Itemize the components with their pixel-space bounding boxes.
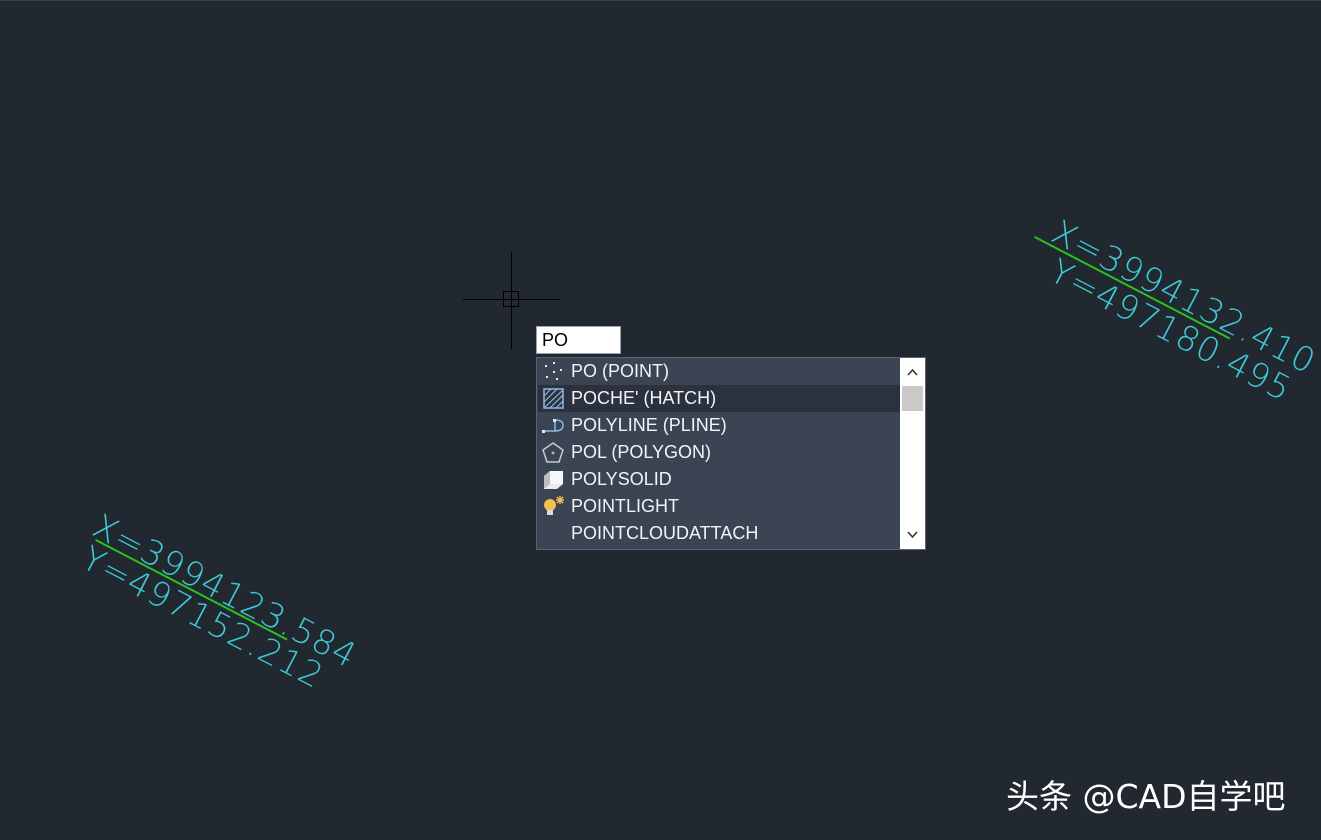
pickbox <box>503 291 519 307</box>
pointlight-icon <box>544 496 564 515</box>
drawing-canvas[interactable]: PO PO (POINT) POCHE' (HATCH) POLYLINE (P… <box>0 0 1321 840</box>
hatch-icon <box>543 388 564 409</box>
autocomplete-item-label: POINTCLOUDATTACH <box>571 523 759 543</box>
autocomplete-item-label: POL (POLYGON) <box>571 442 712 462</box>
autocomplete-item-polyline[interactable]: POLYLINE (PLINE) <box>538 412 900 439</box>
autocomplete-item-polysolid[interactable]: POLYSOLID <box>538 466 900 493</box>
command-autocomplete-list[interactable]: PO (POINT) POCHE' (HATCH) POLYLINE (PLIN… <box>536 357 926 550</box>
autocomplete-item-label: PO (POINT) <box>571 361 669 381</box>
point-icon <box>545 362 562 380</box>
autocomplete-item-polygon[interactable]: POL (POLYGON) <box>538 439 900 466</box>
polysolid-icon <box>544 471 563 489</box>
chevron-up-icon[interactable] <box>900 360 925 384</box>
autocomplete-item-hatch[interactable]: POCHE' (HATCH) <box>538 385 900 412</box>
watermark: 头条 @CAD自学吧 <box>1006 777 1286 816</box>
polygon-icon <box>542 442 564 463</box>
autocomplete-item-point[interactable]: PO (POINT) <box>538 358 900 385</box>
polyline-icon <box>542 419 564 433</box>
autocomplete-item-label: POINTLIGHT <box>571 496 680 516</box>
scrollbar-thumb[interactable] <box>902 386 923 411</box>
command-input[interactable]: PO <box>536 326 621 354</box>
autocomplete-item-label: POLYLINE (PLINE) <box>571 415 727 435</box>
autocomplete-item-pointcloudattach[interactable]: POINTCLOUDATTACH <box>538 520 900 547</box>
autocomplete-item-label: POLYSOLID <box>571 469 672 489</box>
autocomplete-scrollbar[interactable] <box>900 358 925 549</box>
autocomplete-item-label: POCHE' (HATCH) <box>571 388 717 408</box>
autocomplete-item-pointlight[interactable]: POINTLIGHT <box>538 493 900 520</box>
chevron-down-icon[interactable] <box>900 523 925 547</box>
